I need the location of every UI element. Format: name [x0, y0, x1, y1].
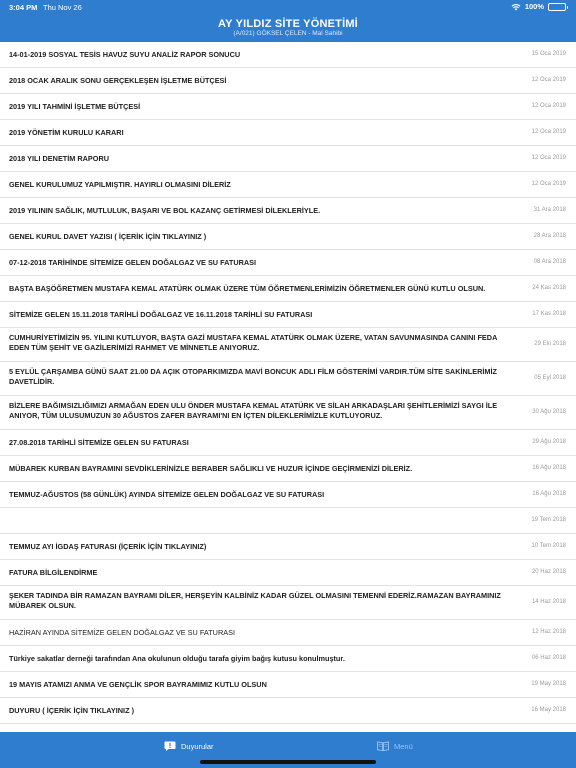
announcement-date: 16 Ağu 2018 — [532, 465, 566, 471]
list-item[interactable]: CUMHURİYETİMİZİN 95. YILINI KUTLUYOR, BA… — [0, 328, 576, 362]
list-item[interactable]: 5 EYLÜL ÇARŞAMBA GÜNÜ SAAT 21.00 DA AÇIK… — [0, 362, 576, 396]
page-title: AY YILDIZ SİTE YÖNETİMİ — [218, 18, 358, 30]
announcement-date: 12 Oca 2019 — [531, 129, 566, 135]
list-item[interactable]: BİZLERE BAĞIMSIZLIĞIMIZI ARMAĞAN EDEN UL… — [0, 396, 576, 430]
tab-announcements[interactable]: Duyurular — [164, 741, 214, 751]
announcement-title: FATURA BİLGİLENDİRME — [9, 568, 98, 577]
list-item[interactable]: TEMMUZ-AĞUSTOS (58 GÜNLÜK) AYINDA SİTEMİ… — [0, 482, 576, 508]
list-item[interactable]: TEMMUZ AYI İGDAŞ FATURASI (İÇERİK İÇİN T… — [0, 534, 576, 560]
announcement-date: 15 Oca 2019 — [531, 51, 566, 57]
announcement-date: 06 Haz 2018 — [531, 655, 566, 661]
status-date: Thu Nov 26 — [43, 3, 82, 12]
announcement-date: 10 Tem 2018 — [531, 543, 566, 549]
announcement-date: 19 May 2018 — [531, 681, 566, 687]
tab-announcements-label: Duyurular — [181, 741, 214, 751]
announcement-title: 07-12-2018 TARİHİNDE SİTEMİZE GELEN DOĞA… — [9, 258, 257, 267]
announcement-title: 2019 YILI TAHMİNİ İŞLETME BÜTÇESİ — [9, 102, 141, 111]
wifi-icon — [511, 3, 521, 11]
announcement-list[interactable]: 14-01-2019 SOSYAL TESİS HAVUZ SUYU ANALİ… — [0, 42, 576, 732]
announcement-title: 2018 OCAK ARALIK SONU GERÇEKLEŞEN İŞLETM… — [9, 76, 227, 85]
announcement-date: 14 Haz 2018 — [531, 599, 566, 605]
announcement-icon — [164, 741, 176, 751]
announcement-date: 29 Eki 2018 — [534, 341, 566, 347]
announcement-date: 19 Tem 2018 — [531, 517, 566, 523]
list-item[interactable]: 2019 YILI TAHMİNİ İŞLETME BÜTÇESİ 12 Oca … — [0, 94, 576, 120]
announcement-title: DUYURU ( İÇERİK İÇİN TIKLAYINIZ ) — [9, 706, 134, 715]
announcement-date: 28 Ara 2018 — [533, 233, 566, 239]
list-item[interactable]: 19 Tem 2018 — [0, 508, 576, 534]
announcement-date: 12 Oca 2019 — [531, 103, 566, 109]
announcement-title: 19 MAYIS ATAMIZI ANMA VE GENÇLİK SPOR BA… — [9, 680, 267, 689]
announcement-title: TEMMUZ AYI İGDAŞ FATURASI (İÇERİK İÇİN T… — [9, 542, 207, 551]
app-header: 3:04 PM Thu Nov 26 100% AY YILDIZ SİTE Y… — [0, 0, 576, 42]
list-item[interactable]: 2018 OCAK ARALIK SONU GERÇEKLEŞEN İŞLETM… — [0, 68, 576, 94]
announcement-title: GENEL KURUL DAVET YAZISI ( İÇERİK İÇİN T… — [9, 232, 207, 241]
announcement-date: 24 Kas 2018 — [532, 285, 566, 291]
announcement-date: 16 Ağu 2018 — [532, 491, 566, 497]
announcement-date: 16 May 2018 — [531, 707, 566, 713]
announcement-title: TEMMUZ-AĞUSTOS (58 GÜNLÜK) AYINDA SİTEMİ… — [9, 490, 325, 499]
tab-menu-label: Menü — [394, 741, 413, 751]
list-item[interactable]: SİTEMİZE GELEN 15.11.2018 TARİHLİ DOĞALG… — [0, 302, 576, 328]
list-item[interactable]: DUYURU ( İÇERİK İÇİN TIKLAYINIZ ) 16 May … — [0, 698, 576, 724]
list-item[interactable]: GENEL KURUL DAVET YAZISI ( İÇERİK İÇİN T… — [0, 224, 576, 250]
list-item[interactable]: 14-01-2019 SOSYAL TESİS HAVUZ SUYU ANALİ… — [0, 42, 576, 68]
announcement-title: 5 EYLÜL ÇARŞAMBA GÜNÜ SAAT 21.00 DA AÇIK… — [9, 367, 497, 386]
announcement-title: GENEL KURULUMUZ YAPILMIŞTIR. HAYIRLI OLM… — [9, 180, 231, 189]
list-item[interactable]: BAŞTA BAŞÖĞRETMEN MUSTAFA KEMAL ATATÜRK … — [0, 276, 576, 302]
list-item[interactable]: Türkiye sakatlar derneği tarafından Ana … — [0, 646, 576, 672]
list-item[interactable]: 2018 YILI DENETİM RAPORU 12 Oca 2019 — [0, 146, 576, 172]
list-item[interactable]: 07-12-2018 TARİHİNDE SİTEMİZE GELEN DOĞA… — [0, 250, 576, 276]
tab-menu[interactable]: Menü — [377, 741, 413, 752]
announcement-title: 2019 YILININ SAĞLIK, MUTLULUK, BAŞARI VE… — [9, 206, 321, 215]
announcement-date: 08 Ara 2018 — [533, 259, 566, 265]
announcement-date: 20 Haz 2018 — [531, 569, 566, 575]
list-item[interactable]: HAZİRAN AYINDA SİTEMİZE GELEN DOĞALGAZ V… — [0, 620, 576, 646]
book-icon — [377, 741, 389, 752]
list-item[interactable]: MÜBAREK KURBAN BAYRAMINI SEVDİKLERİNİZLE… — [0, 456, 576, 482]
page-subtitle: (A/021) GÖKSEL ÇELEN - Mal Sahibi — [233, 30, 343, 37]
battery-icon — [548, 2, 568, 11]
list-item[interactable]: GENEL KURULUMUZ YAPILMIŞTIR. HAYIRLI OLM… — [0, 172, 576, 198]
status-bar: 3:04 PM Thu Nov 26 100% — [0, 0, 576, 14]
list-item[interactable]: 19 MAYIS ATAMIZI ANMA VE GENÇLİK SPOR BA… — [0, 672, 576, 698]
announcement-date: 31 Ara 2018 — [533, 207, 566, 213]
announcement-title: 14-01-2019 SOSYAL TESİS HAVUZ SUYU ANALİ… — [9, 50, 241, 59]
announcement-title: BİZLERE BAĞIMSIZLIĞIMIZI ARMAĞAN EDEN UL… — [9, 401, 498, 420]
announcement-date: 12 Oca 2019 — [531, 181, 566, 187]
announcement-date: 30 Ağu 2018 — [532, 409, 566, 415]
announcement-title: ŞEKER TADINDA BİR RAMAZAN BAYRAMI DİLER,… — [9, 591, 501, 610]
list-item[interactable]: 2019 YÖNETİM KURULU KARARI 12 Oca 2019 — [0, 120, 576, 146]
list-item[interactable]: 27.08.2018 TARİHLİ SİTEMİZE GELEN SU FAT… — [0, 430, 576, 456]
announcement-title: BAŞTA BAŞÖĞRETMEN MUSTAFA KEMAL ATATÜRK … — [9, 284, 486, 293]
announcement-date: 17 Kas 2018 — [532, 311, 566, 317]
status-right: 100% — [511, 2, 568, 11]
announcement-title: HAZİRAN AYINDA SİTEMİZE GELEN DOĞALGAZ V… — [9, 628, 235, 637]
announcement-date: 05 Eyl 2018 — [534, 375, 566, 381]
battery-percent: 100% — [524, 2, 544, 11]
announcement-title: Türkiye sakatlar derneği tarafından Ana … — [9, 654, 345, 663]
status-time: 3:04 PM — [9, 3, 38, 12]
announcement-title: SİTEMİZE GELEN 15.11.2018 TARİHLİ DOĞALG… — [9, 310, 313, 319]
announcement-title: CUMHURİYETİMİZİN 95. YILINI KUTLUYOR, BA… — [9, 333, 498, 352]
announcement-date: 29 Ağu 2018 — [532, 439, 566, 445]
announcement-date: 12 Oca 2019 — [531, 155, 566, 161]
announcement-title: 2018 YILI DENETİM RAPORU — [9, 154, 110, 163]
announcement-date: 12 Oca 2019 — [531, 77, 566, 83]
announcement-title: 27.08.2018 TARİHLİ SİTEMİZE GELEN SU FAT… — [9, 438, 189, 447]
home-indicator — [200, 760, 376, 764]
announcement-title: 2019 YÖNETİM KURULU KARARI — [9, 128, 124, 137]
list-item[interactable]: FATURA BİLGİLENDİRME 20 Haz 2018 — [0, 560, 576, 586]
list-item[interactable]: ŞEKER TADINDA BİR RAMAZAN BAYRAMI DİLER,… — [0, 586, 576, 620]
list-item[interactable]: 2019 YILININ SAĞLIK, MUTLULUK, BAŞARI VE… — [0, 198, 576, 224]
announcement-title: MÜBAREK KURBAN BAYRAMINI SEVDİKLERİNİZLE… — [9, 464, 413, 473]
announcement-date: 12 Haz 2018 — [531, 629, 566, 635]
